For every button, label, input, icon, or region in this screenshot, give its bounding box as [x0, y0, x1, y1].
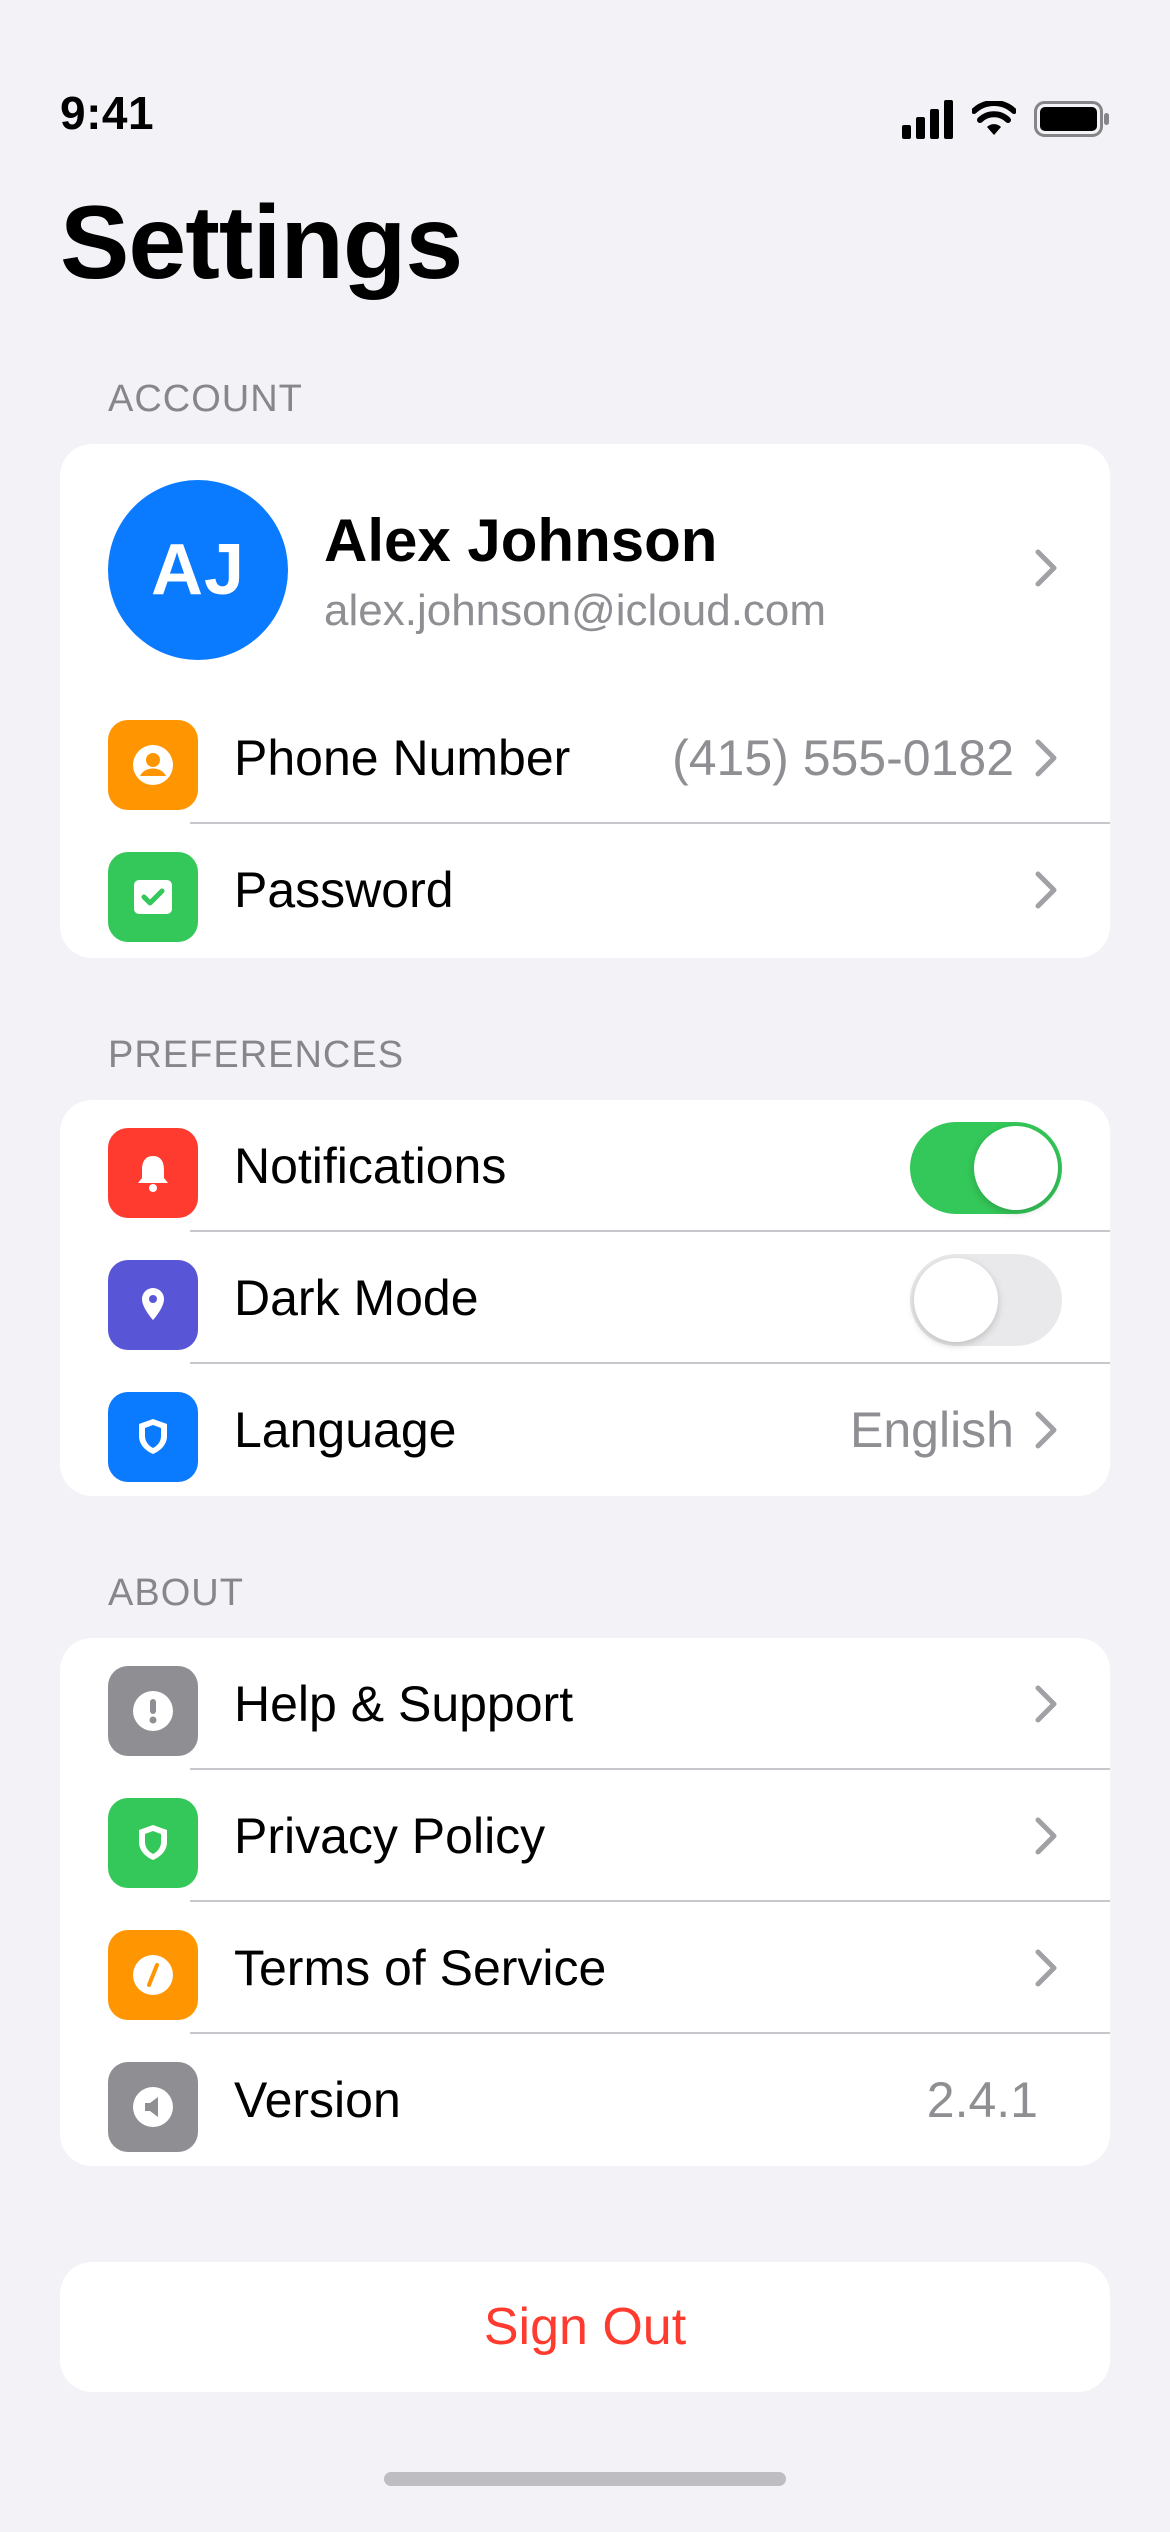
password-row[interactable]: Password [60, 824, 1110, 956]
status-bar: 9:41 [0, 0, 1170, 150]
language-label: Language [234, 1402, 457, 1458]
shield-icon [108, 1392, 198, 1482]
notifications-row: Notifications [60, 1100, 1110, 1232]
account-card: AJ Alex Johnson alex.johnson@icloud.com … [60, 444, 1110, 958]
help-support-row[interactable]: Help & Support [60, 1638, 1110, 1770]
location-pin-icon [108, 1260, 198, 1350]
version-label: Version [234, 2072, 401, 2128]
notifications-label: Notifications [234, 1138, 507, 1194]
dark-mode-label: Dark Mode [234, 1270, 479, 1326]
chevron-right-icon [1035, 739, 1057, 777]
bell-icon [108, 1128, 198, 1218]
phone-number-value: (415) 555-0182 [672, 730, 1014, 786]
help-support-label: Help & Support [234, 1676, 574, 1732]
cellular-signal-icon [902, 100, 953, 139]
shield-icon [108, 1798, 198, 1888]
phone-number-row[interactable]: Phone Number (415) 555-0182 [60, 692, 1110, 824]
dark-mode-toggle[interactable] [910, 1254, 1062, 1346]
privacy-policy-row[interactable]: Privacy Policy [60, 1770, 1110, 1902]
version-row: Version 2.4.1 [60, 2034, 1110, 2166]
chevron-right-icon [1035, 1949, 1057, 1987]
speaker-icon [108, 2062, 198, 2152]
about-card: Help & Support Privacy Policy Terms of S… [60, 1638, 1110, 2166]
home-indicator [384, 2472, 786, 2486]
notifications-toggle[interactable] [910, 1122, 1062, 1214]
privacy-policy-label: Privacy Policy [234, 1808, 546, 1864]
profile-name: Alex Johnson [324, 507, 718, 574]
sign-out-button[interactable]: Sign Out [60, 2262, 1110, 2392]
preferences-card: Notifications Dark Mode Language English [60, 1100, 1110, 1496]
language-value: English [850, 1402, 1014, 1458]
sign-out-label: Sign Out [483, 2298, 687, 2356]
section-header-preferences: PREFERENCES [108, 1034, 405, 1076]
version-value: 2.4.1 [926, 2072, 1038, 2128]
terms-of-service-label: Terms of Service [234, 1940, 607, 1996]
chevron-right-icon [1035, 1411, 1057, 1449]
toggle-knob [914, 1258, 998, 1342]
profile-email: alex.johnson@icloud.com [324, 586, 827, 635]
terms-of-service-row[interactable]: Terms of Service [60, 1902, 1110, 2034]
status-time: 9:41 [60, 87, 155, 139]
language-row[interactable]: Language English [60, 1364, 1110, 1496]
exclamation-icon [108, 1666, 198, 1756]
person-icon [108, 720, 198, 810]
avatar: AJ [108, 480, 288, 660]
chevron-right-icon [1035, 549, 1057, 587]
wifi-icon [972, 101, 1016, 135]
profile-row[interactable]: AJ Alex Johnson alex.johnson@icloud.com [60, 444, 1110, 692]
password-label: Password [234, 862, 454, 918]
status-icons [902, 96, 1110, 142]
chevron-right-icon [1035, 871, 1057, 909]
phone-number-label: Phone Number [234, 730, 571, 786]
checkmark-icon [108, 852, 198, 942]
section-header-about: ABOUT [108, 1572, 244, 1614]
avatar-initials: AJ [150, 530, 246, 610]
chevron-right-icon [1035, 1817, 1057, 1855]
battery-icon [1034, 101, 1109, 137]
section-header-account: ACCOUNT [108, 378, 303, 420]
page-title: Settings [60, 185, 463, 301]
chevron-right-icon [1035, 1685, 1057, 1723]
compass-icon [108, 1930, 198, 2020]
dark-mode-row: Dark Mode [60, 1232, 1110, 1364]
toggle-knob [974, 1126, 1058, 1210]
